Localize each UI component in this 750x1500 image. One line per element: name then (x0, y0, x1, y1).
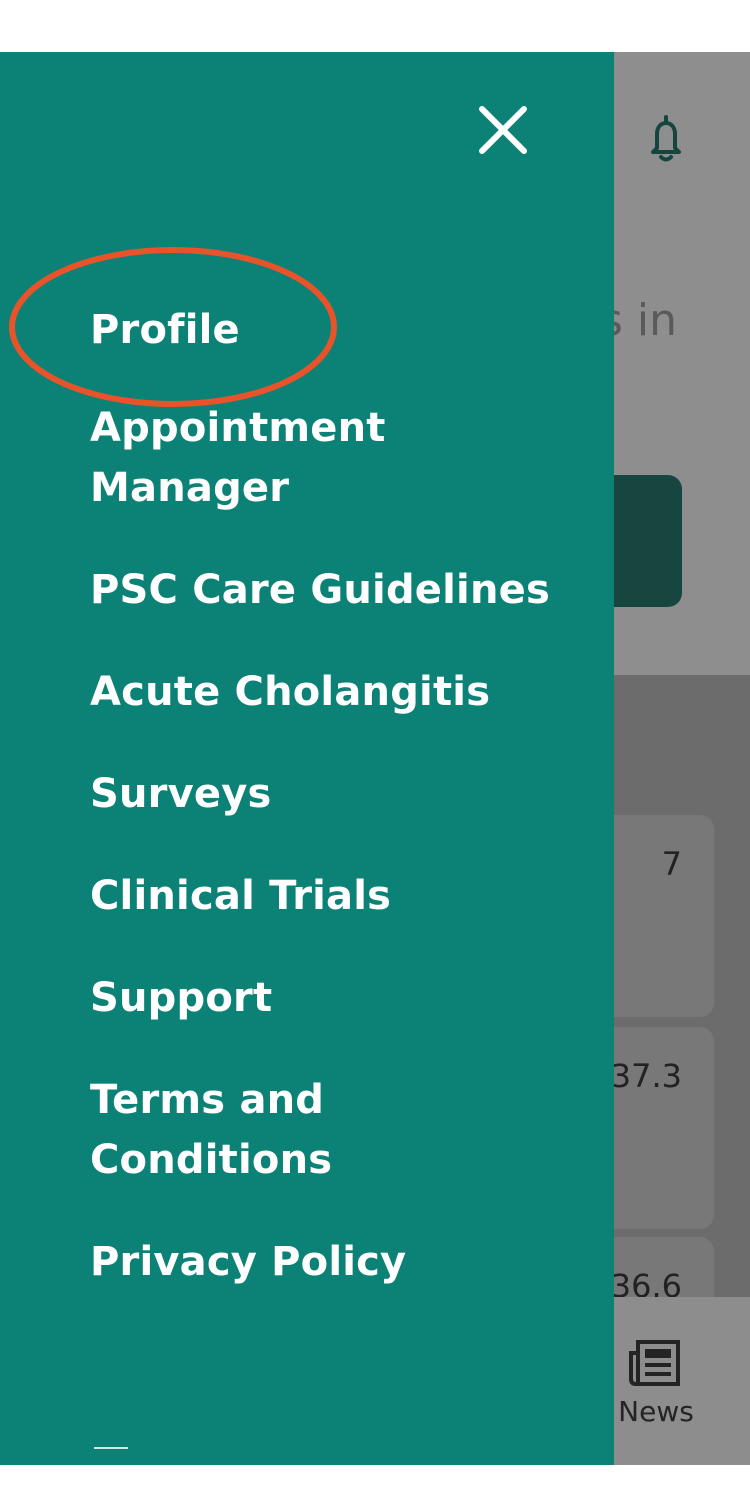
menu-item-surveys[interactable]: Surveys (90, 764, 590, 824)
drawer-home-indicator (94, 1447, 128, 1449)
highlight-annotation-ellipse (9, 247, 337, 407)
menu-item-clinical-trials[interactable]: Clinical Trials (90, 866, 590, 926)
drawer-menu: Profile Appointment Manager PSC Care Gui… (90, 300, 590, 1334)
close-icon (479, 106, 527, 154)
tab-news-label: News (618, 1395, 694, 1428)
close-button[interactable] (470, 97, 536, 163)
menu-item-acute-cholangitis[interactable]: Acute Cholangitis (90, 662, 590, 722)
newspaper-icon (629, 1340, 680, 1386)
card-value: 37.3 (610, 1057, 682, 1095)
menu-item-support[interactable]: Support (90, 968, 590, 1028)
menu-item-psc-care-guidelines[interactable]: PSC Care Guidelines (90, 560, 590, 620)
system-bottom-bar (0, 1465, 750, 1500)
tab-news: News (606, 1337, 706, 1437)
menu-item-appointment-manager[interactable]: Appointment Manager (90, 398, 410, 518)
card-value: 7 (661, 845, 682, 883)
bell-icon (651, 115, 681, 162)
menu-item-terms-and-conditions[interactable]: Terms and Conditions (90, 1070, 380, 1190)
menu-item-privacy-policy[interactable]: Privacy Policy (90, 1232, 590, 1292)
status-bar (0, 0, 750, 52)
